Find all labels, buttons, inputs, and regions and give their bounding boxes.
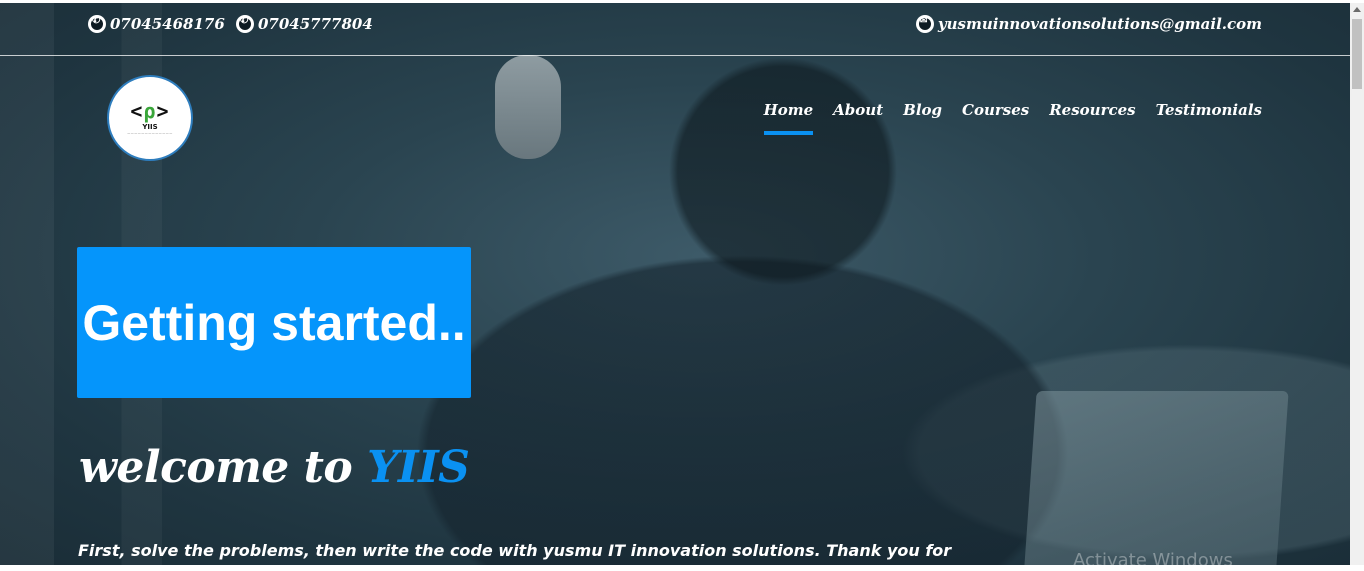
email-contact[interactable]: yusmuinnovationsolutions@gmail.com xyxy=(915,15,1262,33)
welcome-heading: welcome to YIIS xyxy=(79,442,470,493)
activate-windows-watermark: Activate Windows xyxy=(1073,550,1233,571)
phone-contact-2[interactable]: 07045777804 xyxy=(236,15,373,33)
contact-bar: 07045468176 07045777804 yusmuinnovations… xyxy=(0,3,1350,56)
nav-testimonials[interactable]: Testimonials xyxy=(1156,101,1262,135)
phone-icon xyxy=(88,15,106,33)
phone-number-2: 07045777804 xyxy=(258,15,373,33)
phone-icon xyxy=(236,15,254,33)
nav-home[interactable]: Home xyxy=(763,101,813,135)
page-scrollbar[interactable] xyxy=(1350,3,1364,565)
laptop-image xyxy=(1023,391,1289,565)
nav-resources[interactable]: Resources xyxy=(1049,101,1135,135)
logo-mark: <ρ> xyxy=(130,99,170,123)
phone-contact-1[interactable]: 07045468176 xyxy=(88,15,225,33)
site-logo[interactable]: <ρ> YIIS ————————————— xyxy=(107,75,193,161)
scroll-up-icon[interactable] xyxy=(1353,7,1361,12)
getting-started-banner: Getting started.. xyxy=(77,247,471,398)
phone-number-1: 07045468176 xyxy=(110,15,225,33)
nav-blog[interactable]: Blog xyxy=(903,101,942,135)
nav-courses[interactable]: Courses xyxy=(962,101,1029,135)
mail-icon xyxy=(915,15,934,33)
main-nav: Home About Blog Courses Resources Testim… xyxy=(763,101,1262,135)
logo-subtext: ————————————— xyxy=(127,131,173,135)
scroll-thumb[interactable] xyxy=(1352,19,1362,89)
hero-headline: Getting started.. xyxy=(82,294,466,351)
nav-about[interactable]: About xyxy=(833,101,883,135)
headphone-image xyxy=(495,55,561,159)
welcome-prefix: welcome to xyxy=(79,442,353,493)
hero-tagline: First, solve the problems, then write th… xyxy=(78,541,952,560)
email-address: yusmuinnovationsolutions@gmail.com xyxy=(937,15,1262,33)
logo-text: YIIS xyxy=(142,123,158,131)
welcome-brand: YIIS xyxy=(367,442,470,493)
